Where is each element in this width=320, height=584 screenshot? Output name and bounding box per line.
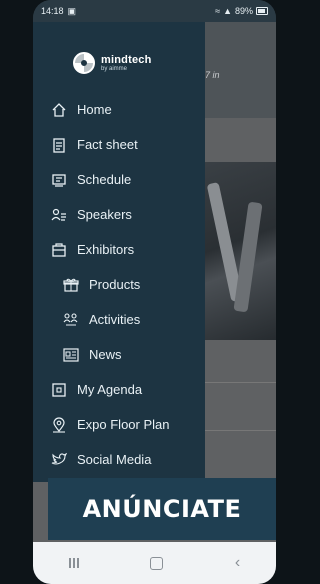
menu-item-social-media[interactable]: Social Media [33,442,205,477]
exhibitors-icon [51,242,67,258]
menu-item-label: Home [77,102,112,117]
background-photo [201,162,276,340]
menu-item-my-agenda[interactable]: My Agenda [33,372,205,407]
speakers-icon [51,207,67,223]
phone-screen: 14:18 ▣ ≈ ▲ 89% 7 in mindtech by aimme H… [33,0,276,584]
document-icon [51,137,67,153]
navigation-drawer: mindtech by aimme Home Fact sheet Schedu… [33,22,205,482]
menu-item-label: Schedule [77,172,132,187]
gift-box-icon [63,277,79,293]
menu-item-expo-floor-plan[interactable]: Expo Floor Plan [33,407,205,442]
recent-apps-button[interactable] [68,558,79,568]
wifi-icon: ≈ [215,6,221,16]
menu-item-news[interactable]: News [33,337,205,372]
status-bar: 14:18 ▣ ≈ ▲ 89% [33,0,276,22]
home-button[interactable] [150,556,164,570]
menu-item-label: Exhibitors [77,242,135,257]
brand-name: mindtech [101,53,152,66]
battery-icon [256,7,268,15]
menu-item-label: Products [89,277,141,292]
menu-item-label: Fact sheet [77,137,138,152]
signal-icon: ▲ [223,6,232,16]
back-button[interactable]: ‹ [235,554,240,572]
status-time: 14:18 [41,6,64,16]
advertise-banner[interactable]: ANÚNCIATE [48,478,276,540]
menu-item-schedule[interactable]: Schedule [33,162,205,197]
system-navigation-bar: ‹ [33,542,276,584]
menu-item-speakers[interactable]: Speakers [33,197,205,232]
location-pin-icon [51,416,67,433]
brand-logo: mindtech by aimme [73,52,152,74]
menu-item-label: Expo Floor Plan [77,417,170,432]
activities-icon [63,312,79,328]
drawer-menu: Home Fact sheet Schedule Speakers Exhibi… [33,92,205,477]
divider [201,430,276,431]
menu-item-label: Speakers [77,207,132,222]
divider [201,382,276,383]
menu-item-label: Social Media [77,452,152,467]
menu-item-activities[interactable]: Activities [33,302,205,337]
schedule-icon [51,172,67,188]
menu-item-products[interactable]: Products [33,267,205,302]
aperture-logo-icon [73,52,95,74]
home-icon [51,102,67,118]
gallery-notification-icon: ▣ [67,5,77,16]
bird-icon [51,452,67,468]
battery-percent: 89% [234,6,253,16]
menu-item-fact-sheet[interactable]: Fact sheet [33,127,205,162]
menu-item-home[interactable]: Home [33,92,205,127]
menu-item-exhibitors[interactable]: Exhibitors [33,232,205,267]
banner-label: ANÚNCIATE [82,495,242,523]
newspaper-icon [63,347,79,363]
background-snippet: 7 in [205,70,220,80]
menu-item-label: My Agenda [77,382,143,397]
menu-item-label: News [89,347,122,362]
agenda-icon [51,382,67,398]
menu-item-label: Activities [89,312,141,327]
brand-sub: by aimme [101,65,128,72]
